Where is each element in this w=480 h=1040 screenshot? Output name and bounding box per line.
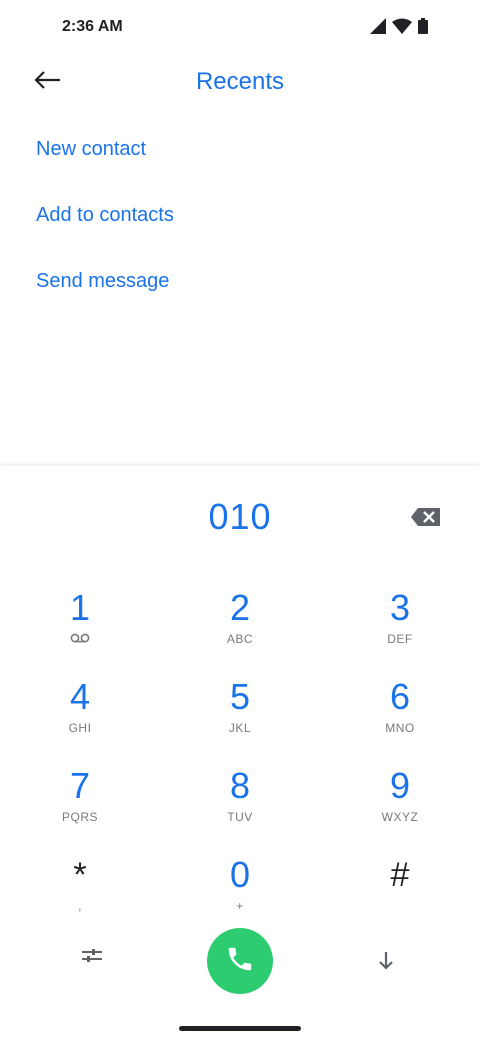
key-star[interactable]: * , [20,855,140,935]
status-icons [370,18,428,34]
key-1[interactable]: 1 [20,588,140,668]
backspace-icon [410,508,442,534]
key-digit: 0 [229,854,251,895]
key-digit: 1 [69,587,91,628]
gesture-nav-handle[interactable] [179,1026,301,1031]
dialpad-settings-button[interactable] [78,946,110,978]
status-time: 2:36 AM [62,18,123,35]
key-3[interactable]: 3 DEF [340,588,460,668]
key-digit: 3 [389,587,411,628]
key-letters: WXYZ [381,810,419,824]
send-message-link[interactable]: Send message [0,252,480,318]
key-letters: ABC [226,632,254,646]
app-bar: Recents [0,56,480,108]
key-digit: * [73,856,87,894]
number-actions: New contact Add to contacts Send message [0,120,480,318]
key-digit: 6 [389,676,411,717]
page-title: Recents [195,68,285,95]
key-digit: 9 [389,765,411,806]
key-0[interactable]: 0 + [180,855,300,935]
new-contact-link[interactable]: New contact [0,120,480,186]
key-letters: PQRS [61,810,98,824]
key-letters: TUV [227,810,253,824]
key-9[interactable]: 9 WXYZ [340,766,460,846]
key-digit: 8 [229,765,251,806]
key-digit: 7 [69,765,91,806]
key-digit: 4 [69,676,91,717]
key-2[interactable]: 2 ABC [180,588,300,668]
voicemail-icon [20,630,140,648]
dialed-number[interactable]: 010 [0,496,480,538]
key-letters: + [236,899,244,913]
key-letters: GHI [68,721,92,735]
add-to-contacts-link[interactable]: Add to contacts [0,186,480,252]
status-bar: 2:36 AM [0,0,480,56]
key-4[interactable]: 4 GHI [20,677,140,757]
key-digit: 2 [229,587,251,628]
dialpad-settings-icon [78,949,106,970]
call-button[interactable] [207,928,273,994]
wifi-icon [392,18,412,34]
key-digit: # [390,856,410,894]
key-pound[interactable]: # [340,855,460,935]
key-5[interactable]: 5 JKL [180,677,300,757]
key-letters: DEF [387,632,413,646]
key-letters: , [78,899,82,913]
key-digit: 5 [229,676,251,717]
signal-icon [370,18,386,34]
arrow-down-icon [372,952,400,978]
collapse-dialpad-button[interactable] [372,946,400,978]
key-letters: JKL [228,721,252,735]
key-letters: MNO [385,721,415,735]
battery-icon [418,18,428,34]
key-8[interactable]: 8 TUV [180,766,300,846]
key-7[interactable]: 7 PQRS [20,766,140,846]
phone-icon [225,944,255,979]
backspace-button[interactable] [410,504,442,530]
dialer-bottom-row [0,928,480,994]
key-6[interactable]: 6 MNO [340,677,460,757]
